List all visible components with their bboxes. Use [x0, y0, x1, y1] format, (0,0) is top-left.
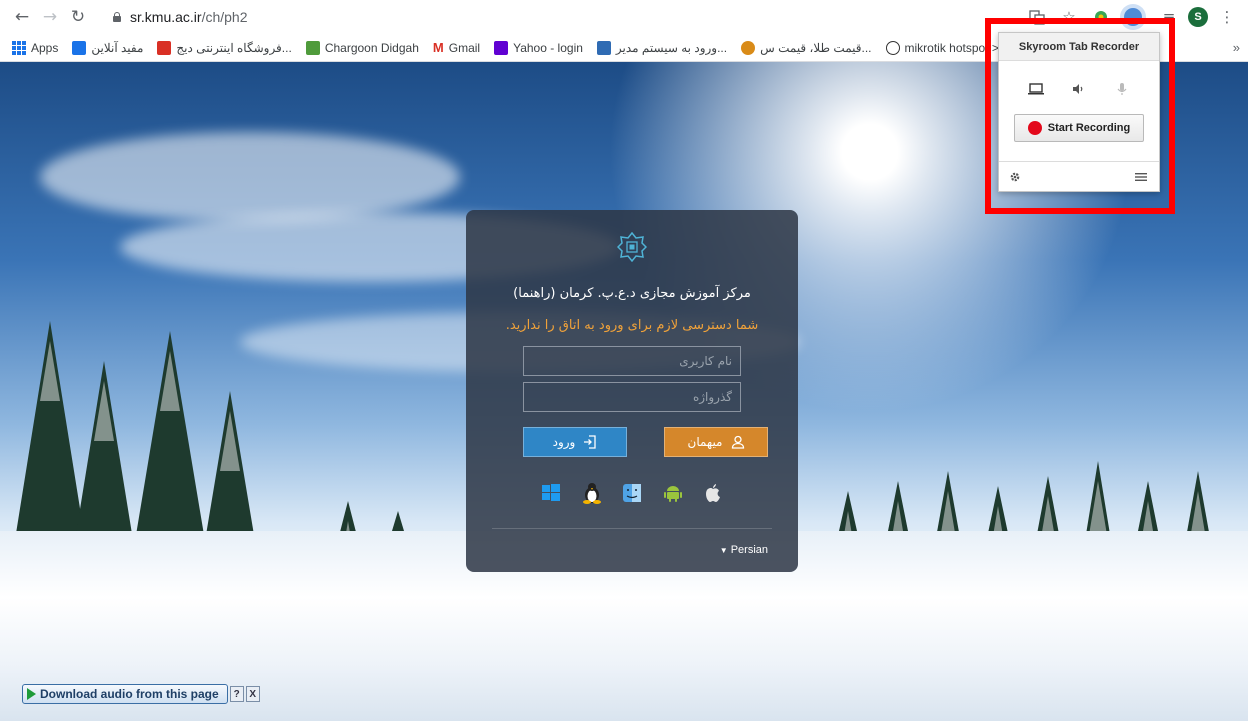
download-audio-button[interactable]: Download audio from this page	[22, 684, 228, 704]
bookmark-item[interactable]: ورود به سیستم مدیر...	[596, 40, 727, 55]
bookmark-apps[interactable]: Apps	[12, 40, 58, 55]
bookmark-item[interactable]: M Gmail	[433, 40, 480, 55]
panel-title: مرکز آموزش مجازی د.ع.پ. کرمان (راهنما)	[513, 286, 751, 301]
bookmark-item[interactable]: قیمت طلا، قیمت س...	[741, 40, 872, 55]
mikrotik-icon	[885, 40, 900, 55]
android-icon[interactable]	[662, 482, 684, 504]
close-button[interactable]: X	[245, 686, 260, 702]
mofid-icon	[72, 40, 87, 55]
bookmarks-overflow-icon[interactable]: »	[1233, 40, 1240, 55]
logo-icon	[617, 232, 647, 262]
lock-icon	[112, 12, 122, 22]
chargoon-icon	[305, 40, 320, 55]
login-button[interactable]: ورود	[523, 427, 627, 457]
bookmark-item[interactable]: فروشگاه اینترنتی دیج...	[157, 40, 292, 55]
bookmark-item[interactable]: مفید آنلاین	[72, 40, 143, 55]
language-selector[interactable]: ▼ Persian	[720, 544, 768, 556]
menu-kebab-icon[interactable]: ⋮	[1214, 4, 1240, 30]
address-bar[interactable]: sr.kmu.ac.ir/ch/ph2	[98, 4, 978, 30]
mac-finder-icon[interactable]	[621, 482, 643, 504]
user-icon	[731, 435, 744, 449]
highlight-box	[985, 18, 1175, 214]
bookmark-item[interactable]: Chargoon Didgah	[305, 40, 419, 55]
windows-icon[interactable]	[540, 482, 562, 504]
apps-grid-icon	[12, 40, 26, 55]
cloud	[40, 132, 460, 222]
download-audio-bar: Download audio from this page ? X	[22, 684, 260, 704]
help-button[interactable]: ?	[229, 686, 244, 702]
play-icon	[27, 688, 36, 700]
panel-divider	[492, 528, 772, 529]
login-panel: مرکز آموزش مجازی د.ع.پ. کرمان (راهنما) ش…	[466, 210, 798, 572]
apple-icon[interactable]	[702, 482, 724, 504]
sign-in-icon	[584, 435, 597, 449]
access-warning: شما دسترسی لازم برای ورود به اتاق را ندا…	[505, 318, 759, 333]
guest-button-label: میهمان	[687, 435, 723, 449]
username-field[interactable]	[523, 346, 741, 376]
profile-avatar[interactable]: S	[1188, 7, 1208, 27]
yahoo-icon	[494, 40, 509, 55]
gold-price-icon	[741, 40, 756, 55]
forward-icon[interactable]: →	[36, 3, 64, 31]
login-button-label: ورود	[552, 435, 576, 449]
url-text: sr.kmu.ac.ir/ch/ph2	[130, 9, 248, 25]
download-audio-label: Download audio from this page	[40, 687, 219, 701]
gmail-icon: M	[432, 40, 444, 55]
guest-button[interactable]: میهمان	[664, 427, 768, 457]
back-icon[interactable]: ←	[8, 3, 36, 31]
os-apps-row	[540, 481, 724, 505]
caret-down-icon: ▼	[719, 546, 728, 555]
digikala-icon	[157, 40, 172, 55]
linux-icon[interactable]	[581, 482, 603, 504]
password-field[interactable]	[523, 382, 741, 412]
admin-login-icon	[596, 40, 611, 55]
bookmark-item[interactable]: Yahoo - login	[494, 40, 583, 55]
reload-icon[interactable]: ↻	[64, 3, 92, 31]
